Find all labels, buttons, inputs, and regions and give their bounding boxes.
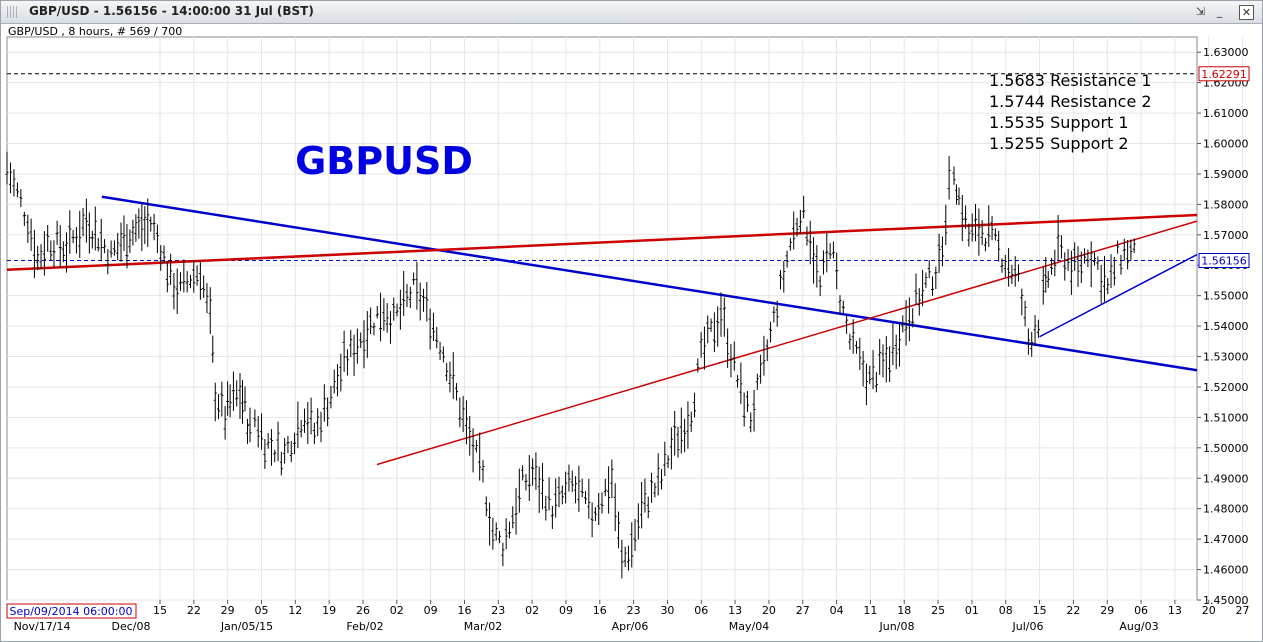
x-tick-label: 02 bbox=[525, 604, 539, 617]
x-tick-label: 13 bbox=[1168, 604, 1182, 617]
y-tick-label: 1.51000 bbox=[1203, 411, 1249, 424]
x-tick-label: 27 bbox=[796, 604, 810, 617]
x-month-label: Jan/05/15 bbox=[220, 620, 273, 633]
x-tick-label: 06 bbox=[694, 604, 708, 617]
x-tick-label: 16 bbox=[593, 604, 607, 617]
x-tick-label: 27 bbox=[1236, 604, 1250, 617]
x-month-label: Nov/17/14 bbox=[14, 620, 71, 633]
y-tick-label: 1.60000 bbox=[1203, 138, 1249, 151]
x-tick-label: 18 bbox=[897, 604, 911, 617]
x-tick-label: 20 bbox=[762, 604, 776, 617]
x-tick-label: 06 bbox=[1134, 604, 1148, 617]
x-tick-label: 05 bbox=[254, 604, 268, 617]
y-tick-label: 1.59000 bbox=[1203, 168, 1249, 181]
chart-title: GBPUSD bbox=[295, 139, 473, 183]
x-month-label: Mar/02 bbox=[464, 620, 502, 633]
y-tick-label: 1.58000 bbox=[1203, 198, 1249, 211]
x-axis: 15 22 29 05 12 19 26 02 09 16 23 02 09 16 23 30 06 13 20 27… bbox=[14, 600, 1250, 633]
x-tick-label: 23 bbox=[491, 604, 505, 617]
x-tick-label: 09 bbox=[559, 604, 573, 617]
x-tick-label: 08 bbox=[999, 604, 1013, 617]
x-tick-label: 29 bbox=[221, 604, 235, 617]
alert-price-label: 1.62291 bbox=[1201, 68, 1247, 81]
x-tick-label: 30 bbox=[660, 604, 674, 617]
x-tick-label: 25 bbox=[931, 604, 945, 617]
x-month-label: Jun/08 bbox=[879, 620, 915, 633]
x-tick-label: 29 bbox=[1100, 604, 1114, 617]
x-tick-label: 22 bbox=[187, 604, 201, 617]
y-tick-label: 1.49000 bbox=[1203, 472, 1249, 485]
y-tick-label: 1.54000 bbox=[1203, 320, 1249, 333]
x-tick-label: 11 bbox=[863, 604, 877, 617]
cursor-date-label: Sep/09/2014 06:00:00 bbox=[9, 605, 132, 618]
x-month-label: Jul/06 bbox=[1012, 620, 1044, 633]
x-tick-label: 09 bbox=[424, 604, 438, 617]
x-tick-label: 01 bbox=[965, 604, 979, 617]
level-annotation: 1.5255 Support 2 bbox=[989, 134, 1129, 153]
x-month-label: Aug/03 bbox=[1119, 620, 1158, 633]
level-annotation: 1.5535 Support 1 bbox=[989, 113, 1129, 132]
y-tick-label: 1.46000 bbox=[1203, 564, 1249, 577]
level-annotation: 1.5744 Resistance 2 bbox=[989, 92, 1152, 111]
x-tick-label: 04 bbox=[830, 604, 844, 617]
x-month-label: Apr/06 bbox=[612, 620, 649, 633]
x-month-label: Feb/02 bbox=[346, 620, 383, 633]
y-tick-label: 1.53000 bbox=[1203, 351, 1249, 364]
y-tick-label: 1.47000 bbox=[1203, 533, 1249, 546]
x-tick-label: 16 bbox=[457, 604, 471, 617]
x-tick-label: 23 bbox=[627, 604, 641, 617]
y-tick-label: 1.57000 bbox=[1203, 229, 1249, 242]
x-tick-label: 22 bbox=[1066, 604, 1080, 617]
x-tick-label: 20 bbox=[1202, 604, 1216, 617]
x-tick-label: 26 bbox=[356, 604, 370, 617]
x-tick-label: 02 bbox=[390, 604, 404, 617]
level-annotation: 1.5683 Resistance 1 bbox=[989, 71, 1152, 90]
current-price-label: 1.56156 bbox=[1201, 254, 1247, 267]
x-month-label: Dec/08 bbox=[112, 620, 151, 633]
y-tick-label: 1.55000 bbox=[1203, 290, 1249, 303]
price-chart[interactable]: 1.630001.620001.610001.600001.590001.580… bbox=[0, 0, 1263, 642]
y-axis: 1.630001.620001.610001.600001.590001.580… bbox=[1197, 46, 1249, 607]
y-tick-label: 1.52000 bbox=[1203, 381, 1249, 394]
x-tick-label: 19 bbox=[322, 604, 336, 617]
x-tick-label: 13 bbox=[728, 604, 742, 617]
y-tick-label: 1.63000 bbox=[1203, 46, 1249, 59]
x-month-label: May/04 bbox=[729, 620, 769, 633]
x-tick-label: 15 bbox=[153, 604, 167, 617]
y-tick-label: 1.50000 bbox=[1203, 442, 1249, 455]
y-tick-label: 1.48000 bbox=[1203, 503, 1249, 516]
x-tick-label: 12 bbox=[288, 604, 302, 617]
x-tick-label: 15 bbox=[1033, 604, 1047, 617]
y-tick-label: 1.61000 bbox=[1203, 107, 1249, 120]
